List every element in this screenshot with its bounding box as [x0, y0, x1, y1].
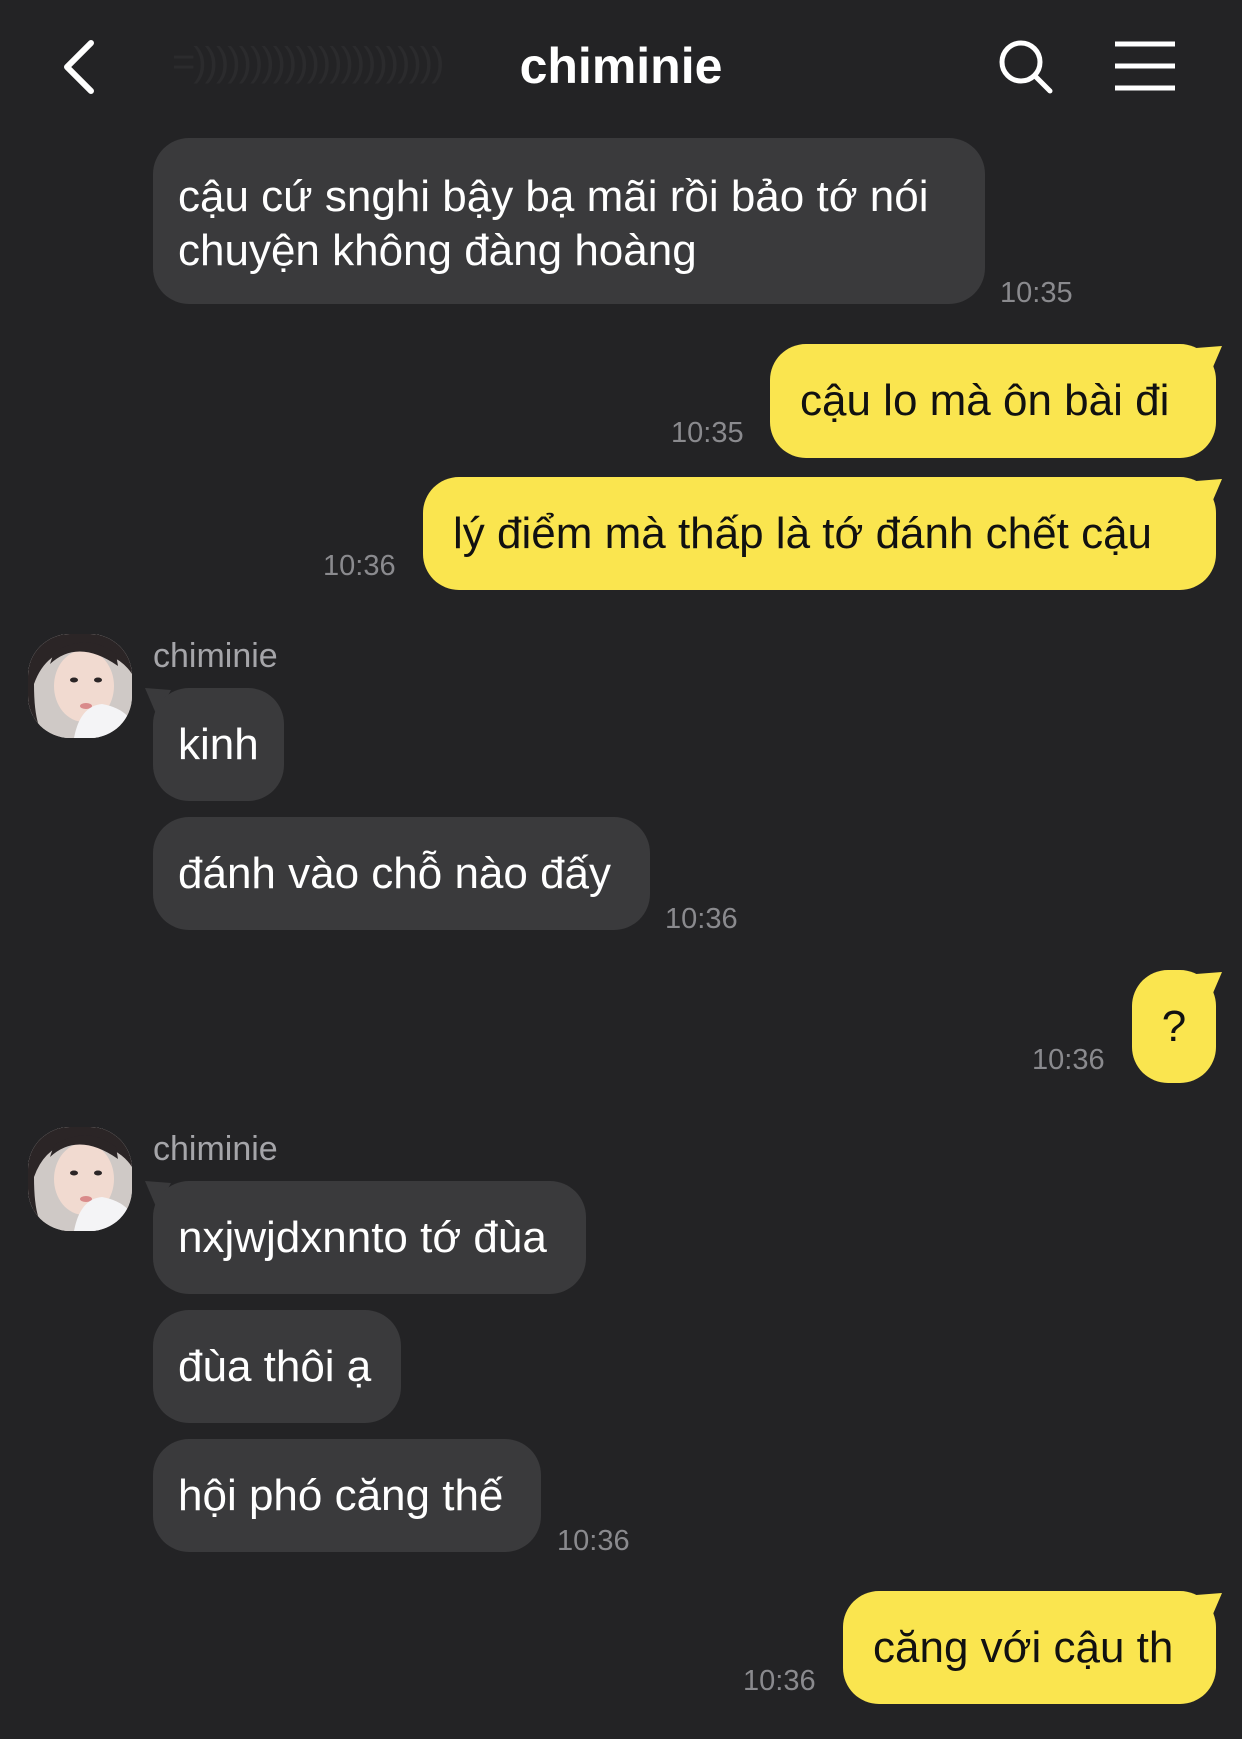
sender-name: chiminie [153, 637, 278, 675]
message-timestamp: 10:36 [1032, 1044, 1105, 1076]
bubble-tail-outgoing [1196, 1593, 1222, 1621]
message-text: đánh vào chỗ nào đấy [178, 849, 612, 898]
message-bubble-outgoing[interactable]: căng với cậu th [843, 1591, 1216, 1704]
message-bubble-incoming[interactable]: kinh [153, 688, 284, 801]
message-bubble-incoming[interactable]: cậu cứ snghi bậy bạ mãi rồi bảo tớ nói c… [153, 138, 985, 304]
back-arrow-icon[interactable] [55, 35, 115, 95]
message-text: cậu lo mà ôn bài đi [800, 376, 1170, 425]
chat-title: chiminie [519, 38, 723, 94]
message-timestamp: 10:36 [665, 903, 738, 935]
message-text: ? [1161, 1002, 1187, 1051]
avatar[interactable] [28, 634, 132, 738]
menu-icon[interactable] [1113, 40, 1177, 92]
message-timestamp: 10:36 [743, 1665, 816, 1697]
message-timestamp: 10:36 [323, 550, 396, 582]
message-text: kinh [178, 720, 259, 769]
bubble-tail-outgoing [1196, 972, 1222, 1000]
message-text-line: cậu cứ snghi bậy bạ mãi rồi bảo tớ nói [178, 172, 929, 221]
message-bubble-outgoing[interactable]: cậu lo mà ôn bài đi [770, 344, 1216, 458]
message-timestamp: 10:35 [1000, 277, 1073, 309]
message-bubble-incoming[interactable]: nxjwjdxnnto tớ đùa [153, 1181, 586, 1294]
message-bubble-outgoing[interactable]: lý điểm mà thấp là tớ đánh chết cậu [423, 477, 1216, 590]
bubble-tail-outgoing [1196, 346, 1222, 374]
avatar[interactable] [28, 1127, 132, 1231]
bubble-tail-outgoing [1196, 479, 1222, 507]
search-icon[interactable] [995, 36, 1055, 96]
message-text: đùa thôi ạ [178, 1342, 372, 1391]
message-timestamp: 10:36 [557, 1525, 630, 1557]
message-bubble-incoming[interactable]: đùa thôi ạ [153, 1310, 401, 1423]
message-text: lý điểm mà thấp là tớ đánh chết cậu [453, 509, 1153, 558]
message-bubble-incoming[interactable]: hội phó căng thế [153, 1439, 541, 1552]
message-text-line: chuyện không đàng hoàng [178, 226, 697, 275]
message-bubble-incoming[interactable]: đánh vào chỗ nào đấy [153, 817, 650, 930]
message-text: nxjwjdxnnto tớ đùa [178, 1213, 547, 1262]
message-text: căng với cậu th [873, 1623, 1174, 1672]
sender-name: chiminie [153, 1130, 278, 1168]
message-timestamp: 10:35 [671, 417, 744, 449]
chat-header: =)))))))))))))))))))))) chiminie [0, 0, 1242, 130]
message-text: hội phó căng thế [178, 1471, 504, 1520]
